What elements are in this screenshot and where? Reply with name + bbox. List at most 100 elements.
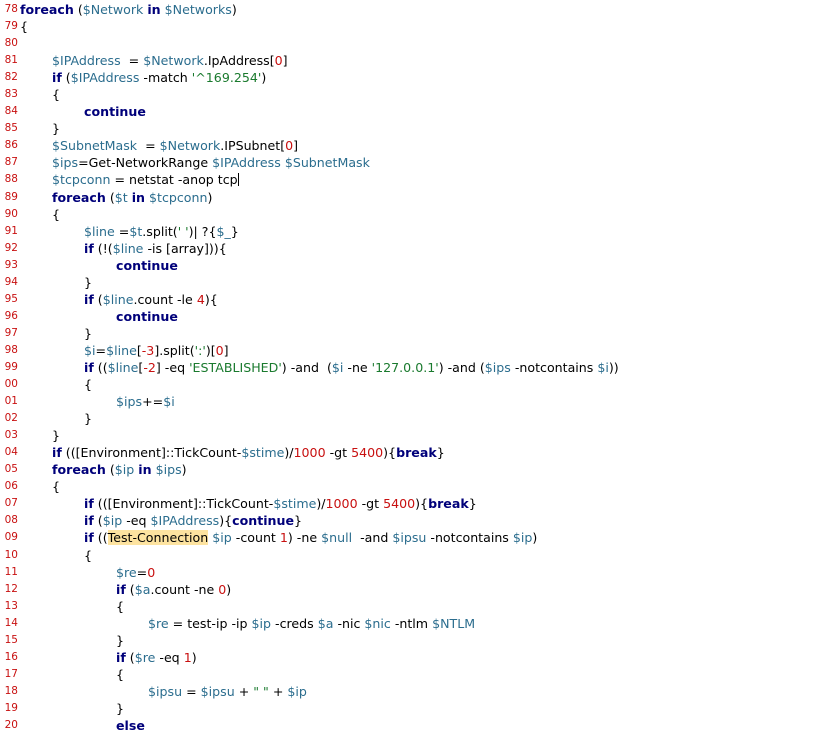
code-line[interactable]: 79{ — [0, 18, 834, 35]
code-text: if ($re -eq 1) — [116, 649, 197, 666]
code-line[interactable]: 00 { — [0, 376, 834, 393]
code-line[interactable]: 09 if ((Test-Connection $ip -count 1) -ne… — [0, 529, 834, 546]
variable-token: $IPAddress — [52, 53, 121, 69]
code-text: $i=$line[-3].split(':')[0] — [84, 342, 229, 359]
plain-token: = — [114, 223, 130, 239]
code-text: $re=0 — [116, 564, 155, 581]
string-token: '^169.254' — [191, 70, 262, 86]
line-number: 03 — [4, 429, 18, 442]
plain-token: } — [84, 274, 93, 290]
line-number: 99 — [4, 360, 18, 373]
code-text: if ($IPAddress -match '^169.254') — [52, 69, 266, 86]
plain-token: } — [436, 445, 445, 461]
plain-token: + — [234, 683, 254, 699]
line-number: 85 — [4, 122, 18, 135]
code-line[interactable]: 19} — [0, 700, 834, 717]
plain-token: ){ — [219, 513, 233, 529]
code-text: } — [84, 410, 92, 427]
code-line[interactable]: 86 $SubnetMask = $Network.IPSubnet[0] — [0, 137, 834, 154]
code-line[interactable]: 05 foreach ($ip in $ips) — [0, 461, 834, 478]
line-number: 08 — [4, 514, 18, 527]
line-number: 89 — [4, 190, 18, 203]
code-line[interactable]: 14 $re = test-ip -ip $ip -creds $a -nic $… — [0, 615, 834, 632]
code-editor[interactable]: 78 foreach ($Network in $Networks) 79{80 81… — [0, 0, 834, 734]
line-number: 97 — [4, 326, 18, 339]
code-line[interactable]: 97} — [0, 325, 834, 342]
code-line[interactable]: 83 { — [0, 86, 834, 103]
plain-token: -gt — [325, 445, 352, 461]
code-line[interactable]: 82 if ($IPAddress -match '^169.254') — [0, 69, 834, 86]
keyword-token: in — [147, 2, 161, 17]
code-text: if ($line.count -le 4){ — [84, 291, 218, 308]
code-line[interactable]: 80 — [0, 35, 834, 52]
code-line[interactable]: 16 if ($re -eq 1) — [0, 649, 834, 666]
code-text: { — [52, 478, 60, 495]
code-line[interactable]: 92 if (!($line -is [array])){ — [0, 240, 834, 257]
string-token: 'ESTABLISHED' — [189, 359, 282, 375]
code-line[interactable]: 06 { — [0, 478, 834, 495]
code-line[interactable]: 07 if (([Environment]::TickCount-$stime)/… — [0, 495, 834, 512]
code-line[interactable]: 98 $i=$line[-3].split(':')[0] — [0, 342, 834, 359]
code-line[interactable]: 78 foreach ($Network in $Networks) — [0, 1, 834, 18]
variable-token: $nic — [364, 615, 391, 631]
code-text: { — [52, 86, 60, 103]
line-number: 12 — [4, 582, 18, 595]
keyword-token: continue — [232, 513, 295, 529]
code-line[interactable]: 18 $ipsu = $ipsu + " " + $ip — [0, 683, 834, 700]
plain-token: = — [182, 683, 201, 699]
plain-token: } — [116, 632, 125, 648]
code-line[interactable]: 93 continue — [0, 257, 834, 274]
highlighted-token: Test-Connection — [107, 530, 209, 546]
variable-token: $ipsu — [148, 683, 183, 699]
code-line[interactable]: 81 $IPAddress = $Network.IpAddress[0] — [0, 52, 834, 69]
code-line[interactable]: 94} — [0, 274, 834, 291]
code-line[interactable]: 15} — [0, 632, 834, 649]
keyword-token: foreach — [52, 462, 106, 478]
plain-token: ) -and ( — [281, 359, 332, 375]
plain-token: } — [294, 513, 303, 529]
code-line[interactable]: 91 $line =$t.split(' ')| ?{$_} — [0, 223, 834, 240]
number-token: 1 — [183, 649, 192, 665]
code-text: $re = test-ip -ip $ip -creds $a -nic $ni… — [148, 615, 475, 632]
code-line[interactable]: 08 if ($ip -eq $IPAddress){continue} — [0, 512, 834, 529]
keyword-token: if — [84, 513, 94, 529]
code-line[interactable]: 96 continue — [0, 308, 834, 325]
code-line[interactable]: 87 $ips=Get-NetworkRange $IPAddress $Subn… — [0, 154, 834, 171]
code-line[interactable]: 02} — [0, 410, 834, 427]
code-line[interactable]: 04 if (([Environment]::TickCount-$stime)/… — [0, 444, 834, 461]
variable-token: $t — [114, 189, 128, 205]
plain-token: (([Environment]::TickCount- — [61, 445, 242, 461]
code-line[interactable]: 20 else — [0, 717, 834, 734]
line-number: 19 — [4, 701, 18, 714]
code-line[interactable]: 85} — [0, 120, 834, 137]
code-line[interactable]: 17 { — [0, 666, 834, 683]
line-number: 93 — [4, 258, 18, 271]
number-token: -2 — [143, 359, 156, 375]
keyword-token: foreach — [52, 189, 106, 205]
plain-token: -is [array])){ — [143, 240, 227, 256]
code-line[interactable]: 99 if (($line[-2] -eq 'ESTABLISHED') -and… — [0, 359, 834, 376]
code-line[interactable]: 11 $re=0 — [0, 564, 834, 581]
code-line[interactable]: 12 if ($a.count -ne 0) — [0, 581, 834, 598]
code-line[interactable]: 90 { — [0, 206, 834, 223]
code-line[interactable]: 89 foreach ($t in $tcpconn) — [0, 189, 834, 206]
code-line[interactable]: 13 { — [0, 598, 834, 615]
plain-token: { — [116, 666, 125, 682]
plain-token: -eq — [155, 649, 184, 665]
keyword-token: continue — [116, 257, 178, 273]
code-line[interactable]: 95 if ($line.count -le 4){ — [0, 291, 834, 308]
variable-token: $ips — [484, 359, 511, 375]
line-number: 13 — [4, 599, 18, 612]
line-number: 05 — [4, 463, 18, 476]
plain-token: -nic — [333, 615, 365, 631]
code-line[interactable]: 01 $ips+=$i — [0, 393, 834, 410]
code-line[interactable]: 84 continue — [0, 103, 834, 120]
keyword-token: if — [84, 530, 94, 546]
code-line[interactable]: 03} — [0, 427, 834, 444]
keyword-token: if — [52, 445, 62, 461]
plain-token: ] — [293, 138, 299, 154]
code-line[interactable]: 10 { — [0, 547, 834, 564]
plain-token: { — [20, 19, 29, 35]
keyword-token: break — [396, 445, 437, 461]
code-line[interactable]: 88 $tcpconn = netstat -anop tcp — [0, 171, 834, 188]
